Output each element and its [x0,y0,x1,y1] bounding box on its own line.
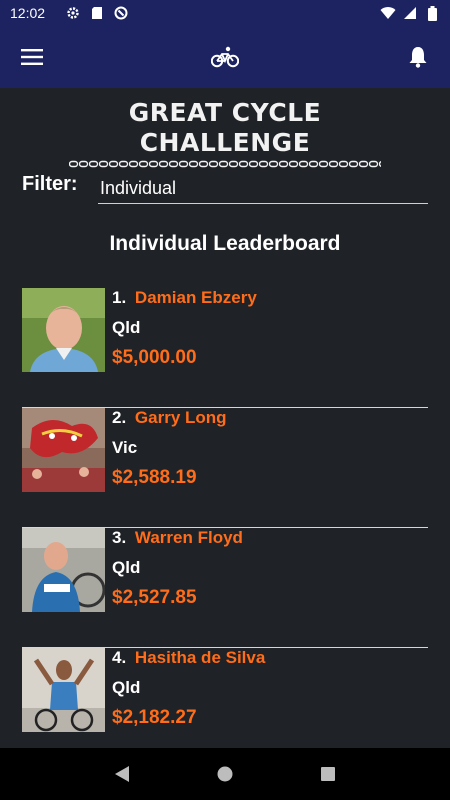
recents-icon[interactable] [314,760,342,788]
leaderboard-list: 1. Damian Ebzery Qld $5,000.00 2. Garry … [22,288,428,748]
main-content: GREAT CYCLE CHALLENGE Filter: Individual… [0,88,450,748]
battery-icon [424,5,440,21]
rank-line: 3. Warren Floyd [112,528,243,548]
participant-photo [22,408,105,492]
amount-raised: $2,588.19 [112,467,197,488]
participant-photo [22,288,105,372]
rank-number: 3. [112,528,127,547]
participant-photo [22,528,105,612]
participant-name[interactable]: Hasitha de Silva [135,648,265,667]
rank-number: 2. [112,408,127,427]
logo-text: GREAT CYCLE CHALLENGE [128,98,322,157]
leaderboard-entry[interactable]: 1. Damian Ebzery Qld $5,000.00 [22,288,428,408]
leaderboard-title: Individual Leaderboard [109,232,341,255]
filter-label: Filter: [22,173,78,195]
participant-state: Vic [112,438,138,457]
rank-line: 2. Garry Long [112,408,227,428]
hamburger-menu-icon[interactable] [18,43,46,71]
app-bar [0,26,450,88]
filter-value: Individual [100,177,177,198]
participant-state: Qld [112,558,141,577]
participant-name[interactable]: Warren Floyd [135,528,243,547]
back-icon[interactable] [108,760,136,788]
participant-state: Qld [112,678,141,697]
signal-icon [402,5,418,21]
leaderboard-entry[interactable]: 3. Warren Floyd Qld $2,527.85 [22,528,428,648]
rank-line: 1. Damian Ebzery [112,288,257,308]
amount-raised: $2,182.27 [112,707,197,728]
rank-number: 4. [112,648,127,667]
sd-card-icon [89,5,105,21]
status-time: 12:02 [10,5,46,21]
amount-raised: $2,527.85 [112,587,197,608]
participant-state: Qld [112,318,141,337]
sync-icon [113,5,129,21]
participant-photo [22,648,105,732]
filter-row: Filter: Individual [22,172,428,204]
chain-decoration [69,160,381,168]
leaderboard-entry[interactable]: 4. Hasitha de Silva Qld $2,182.27 [22,648,428,748]
rank-line: 4. Hasitha de Silva [112,648,265,668]
bicycle-icon [210,43,240,71]
participant-name[interactable]: Damian Ebzery [135,288,257,307]
amount-raised: $5,000.00 [112,347,197,368]
status-bar: 12:02 [0,0,450,26]
system-nav-bar [0,748,450,800]
home-icon[interactable] [211,760,239,788]
filter-select[interactable]: Individual [98,173,428,204]
rank-number: 1. [112,288,127,307]
leaderboard-entry[interactable]: 2. Garry Long Vic $2,588.19 [22,408,428,528]
participant-name[interactable]: Garry Long [135,408,227,427]
wifi-icon [380,5,396,21]
great-cycle-challenge-logo: GREAT CYCLE CHALLENGE [68,98,382,168]
settings-icon [65,5,81,21]
bell-icon[interactable] [404,43,432,71]
